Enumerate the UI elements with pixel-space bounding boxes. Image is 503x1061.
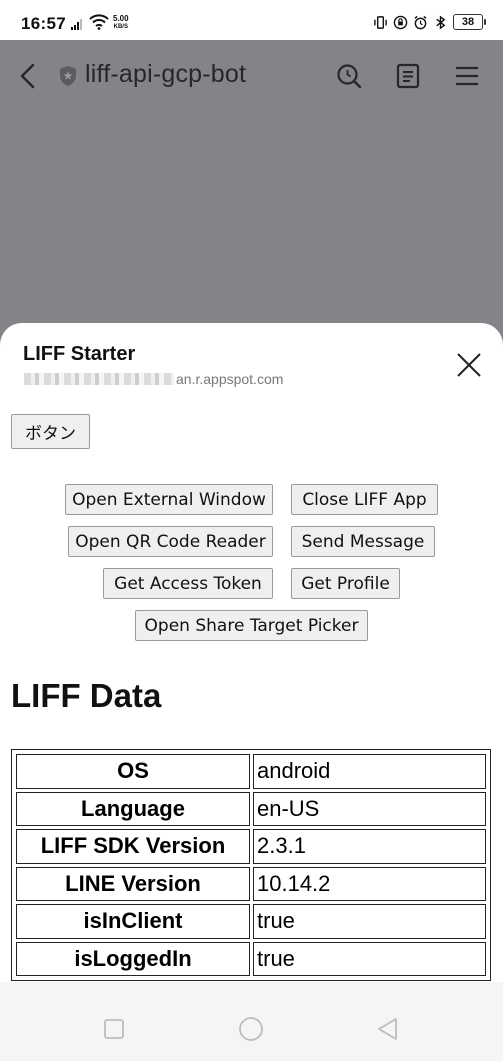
status-time: 16:57 (21, 14, 66, 33)
home-icon[interactable] (238, 1016, 264, 1042)
liff-data-value: true (253, 904, 486, 939)
close-icon[interactable] (455, 351, 483, 379)
bluetooth-icon (436, 14, 446, 30)
liff-data-key: LIFF SDK Version (16, 829, 250, 864)
liff-data-key: Language (16, 791, 250, 826)
blurred-url-prefix (24, 373, 174, 385)
liff-data-value: 2.3.1 (253, 829, 486, 864)
vibrate-icon (374, 15, 387, 29)
open-qr-code-reader-button[interactable]: Open QR Code Reader (68, 526, 273, 557)
battery-level: 38 (461, 16, 475, 28)
liff-data-row: isLoggedIn true (16, 941, 486, 976)
battery-indicator: 38 (453, 14, 486, 30)
liff-data-row: LINE Version 10.14.2 (16, 866, 486, 901)
status-icons: 38 (373, 14, 486, 30)
shield-icon (60, 66, 76, 86)
liff-data-value: 10.14.2 (253, 866, 486, 901)
status-bar: 16:57 5.00 KB/S 38 (0, 0, 503, 40)
get-profile-button[interactable]: Get Profile (291, 568, 400, 599)
send-message-button[interactable]: Send Message (291, 526, 435, 557)
liff-data-key: OS (16, 754, 250, 789)
open-share-target-picker-button[interactable]: Open Share Target Picker (135, 610, 368, 641)
notes-icon[interactable] (394, 62, 422, 90)
liff-data-row: isInClient true (16, 904, 486, 939)
lock-rotation-icon (393, 15, 408, 29)
signal-icon (71, 19, 82, 30)
katakana-button[interactable]: ボタン (11, 414, 90, 449)
system-nav-bar (0, 982, 503, 1061)
network-speed-unit: KB/S (113, 24, 128, 30)
get-access-token-button[interactable]: Get Access Token (103, 568, 273, 599)
liff-data-row: Language en-US (16, 791, 486, 826)
open-external-window-button[interactable]: Open External Window (65, 484, 273, 515)
liff-data-key: isLoggedIn (16, 941, 250, 976)
back-nav-icon[interactable] (375, 1016, 401, 1042)
app-bar: liff-api-gcp-bot (0, 40, 503, 112)
back-icon[interactable] (17, 62, 39, 90)
liff-data-value: true (253, 941, 486, 976)
recent-apps-icon[interactable] (101, 1016, 127, 1042)
sheet-title: LIFF Starter (23, 343, 136, 365)
close-liff-app-button[interactable]: Close LIFF App (291, 484, 438, 515)
network-speed: 5.00 KB/S (113, 15, 129, 31)
liff-data-value: en-US (253, 791, 486, 826)
search-icon[interactable] (335, 62, 363, 90)
menu-icon[interactable] (453, 62, 481, 90)
app-bar-title: liff-api-gcp-bot (85, 60, 247, 88)
liff-data-heading: LIFF Data (11, 677, 162, 714)
liff-data-row: OS android (16, 754, 486, 789)
liff-data-table: OS android Language en-US LIFF SDK Version 2.… (11, 749, 491, 981)
alarm-icon (414, 15, 427, 29)
liff-data-value: android (253, 754, 486, 789)
sheet-url-suffix: an.r.appspot.com (176, 371, 284, 387)
liff-data-row: LIFF SDK Version 2.3.1 (16, 829, 486, 864)
liff-data-key: isInClient (16, 904, 250, 939)
sheet-url: an.r.appspot.com (24, 371, 283, 387)
network-speed-value: 5.00 (113, 14, 129, 23)
wifi-icon (89, 14, 109, 30)
liff-sheet: LIFF Starter an.r.appspot.com ボタン Open E… (0, 323, 503, 982)
liff-data-key: LINE Version (16, 866, 250, 901)
